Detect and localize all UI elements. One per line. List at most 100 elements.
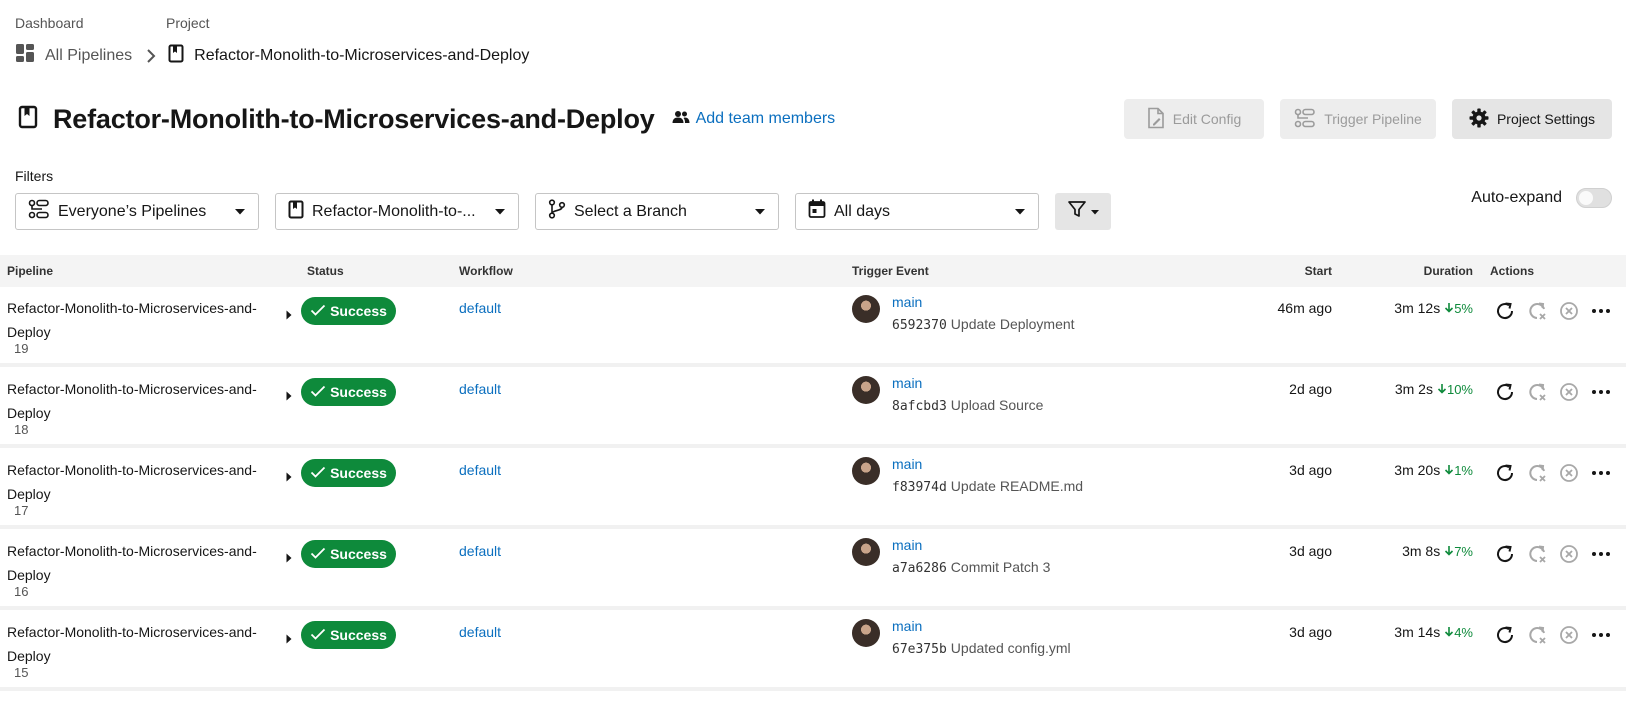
status-badge[interactable]: Success [301, 459, 396, 487]
table-row: Refactor-Monolith-to-Microservices-and-D… [0, 449, 1626, 529]
project-header: Refactor-Monolith-to-Microservices-and-D… [18, 99, 1612, 139]
pipeline-icon [28, 199, 50, 224]
workflow-link[interactable]: default [459, 624, 501, 640]
expand-row-toggle-icon[interactable] [286, 388, 292, 406]
commit-info[interactable]: f83974d Update README.md [892, 478, 1083, 495]
breadcrumb: Dashboard Project All Pipelines Refactor… [15, 15, 529, 68]
commit-sha: 8afcbd3 [892, 399, 947, 414]
commit-info[interactable]: a7a6286 Commit Patch 3 [892, 559, 1050, 576]
cancel-icon[interactable] [1557, 299, 1581, 323]
pipeline-name-link[interactable]: Refactor-Monolith-to-Microservices-and-D… [7, 539, 257, 587]
commit-info[interactable]: 6592370 Update Deployment [892, 316, 1075, 333]
avatar [852, 457, 880, 485]
rerun-icon[interactable] [1493, 299, 1517, 323]
branch-link[interactable]: main [892, 456, 922, 472]
more-options-icon[interactable] [1589, 623, 1613, 647]
commit-info[interactable]: 67e375b Updated config.yml [892, 640, 1071, 657]
chevron-right-icon [146, 48, 156, 63]
rerun-failed-icon[interactable] [1525, 299, 1549, 323]
pipeline-name-link[interactable]: Refactor-Monolith-to-Microservices-and-D… [7, 377, 257, 425]
calendar-icon [808, 199, 826, 224]
pipeline-name-link[interactable]: Refactor-Monolith-to-Microservices-and-D… [7, 620, 257, 668]
duration-value: 3m 20s [1394, 462, 1441, 478]
auto-expand-toggle[interactable] [1576, 188, 1612, 208]
column-actions: Actions [1490, 264, 1535, 278]
avatar [852, 376, 880, 404]
auto-expand-label: Auto-expand [1471, 189, 1562, 206]
rerun-icon[interactable] [1493, 542, 1517, 566]
cancel-icon[interactable] [1557, 623, 1581, 647]
duration-value: 3m 8s [1402, 543, 1441, 559]
arrow-down-icon [1437, 382, 1447, 397]
trigger-pipeline-button[interactable]: Trigger Pipeline [1280, 99, 1436, 139]
advanced-filter-button[interactable] [1055, 193, 1111, 230]
days-select[interactable]: All days [795, 193, 1039, 230]
rerun-failed-icon[interactable] [1525, 623, 1549, 647]
table-row: Refactor-Monolith-to-Microservices-and-D… [0, 368, 1626, 448]
rerun-failed-icon[interactable] [1525, 542, 1549, 566]
commit-sha: 67e375b [892, 642, 947, 657]
arrow-down-icon [1444, 301, 1454, 316]
status-badge[interactable]: Success [301, 621, 396, 649]
branch-link[interactable]: main [892, 375, 922, 391]
breadcrumb-current-project[interactable]: Refactor-Monolith-to-Microservices-and-D… [194, 47, 529, 65]
cancel-icon[interactable] [1557, 380, 1581, 404]
more-options-icon[interactable] [1589, 542, 1613, 566]
workflow-link[interactable]: default [459, 462, 501, 478]
status-badge[interactable]: Success [301, 297, 396, 325]
caret-down-icon [1014, 203, 1026, 221]
column-status: Status [307, 264, 344, 278]
branch-link[interactable]: main [892, 537, 922, 553]
git-branch-icon [548, 199, 566, 224]
expand-row-toggle-icon[interactable] [286, 631, 292, 649]
pipeline-name-link[interactable]: Refactor-Monolith-to-Microservices-and-D… [7, 296, 257, 344]
more-options-icon[interactable] [1589, 461, 1613, 485]
cancel-icon[interactable] [1557, 461, 1581, 485]
column-pipeline: Pipeline [7, 264, 54, 278]
pipeline-number: 19 [14, 341, 29, 356]
rerun-failed-icon[interactable] [1525, 461, 1549, 485]
table-row: Refactor-Monolith-to-Microservices-and-D… [0, 530, 1626, 610]
commit-sha: 6592370 [892, 318, 947, 333]
duration-change: 5% [1444, 301, 1473, 316]
pipeline-name-link[interactable]: Refactor-Monolith-to-Microservices-and-D… [7, 458, 257, 506]
more-options-icon[interactable] [1589, 380, 1613, 404]
workflow-link[interactable]: default [459, 543, 501, 559]
duration: 3m 20s 1% [1394, 462, 1473, 478]
more-options-icon[interactable] [1589, 299, 1613, 323]
expand-row-toggle-icon[interactable] [286, 469, 292, 487]
rerun-icon[interactable] [1493, 461, 1517, 485]
pipeline-number: 16 [14, 584, 29, 599]
table-row: Refactor-Monolith-to-Microservices-and-D… [0, 287, 1626, 367]
branch-link[interactable]: main [892, 618, 922, 634]
status-label: Success [330, 465, 387, 481]
branch-select[interactable]: Select a Branch [535, 193, 779, 230]
expand-row-toggle-icon[interactable] [286, 307, 292, 325]
status-badge[interactable]: Success [301, 540, 396, 568]
checkmark-icon [310, 303, 326, 319]
cancel-icon[interactable] [1557, 542, 1581, 566]
commit-info[interactable]: 8afcbd3 Upload Source [892, 397, 1043, 414]
expand-row-toggle-icon[interactable] [286, 550, 292, 568]
workflow-link[interactable]: default [459, 300, 501, 316]
bookmark-icon [168, 44, 184, 68]
dashboard-grid-icon [15, 43, 35, 68]
branch-link[interactable]: main [892, 294, 922, 310]
status-badge[interactable]: Success [301, 378, 396, 406]
arrow-down-icon [1444, 544, 1454, 559]
workflow-link[interactable]: default [459, 381, 501, 397]
project-settings-button[interactable]: Project Settings [1452, 99, 1612, 139]
pipelines-owner-select[interactable]: Everyone’s Pipelines [15, 193, 259, 230]
rerun-icon[interactable] [1493, 380, 1517, 404]
rerun-icon[interactable] [1493, 623, 1517, 647]
project-select[interactable]: Refactor-Monolith-to-... [275, 193, 519, 230]
duration: 3m 2s 10% [1395, 381, 1473, 397]
checkmark-icon [310, 627, 326, 643]
rerun-failed-icon[interactable] [1525, 380, 1549, 404]
add-team-members-link[interactable]: Add team members [672, 110, 835, 129]
breadcrumb-all-pipelines-link[interactable]: All Pipelines [45, 47, 132, 65]
commit-message: Update README.md [950, 478, 1084, 494]
page-title: Refactor-Monolith-to-Microservices-and-D… [53, 103, 655, 134]
commit-message: Updated config.yml [950, 640, 1071, 656]
edit-config-button[interactable]: Edit Config [1124, 99, 1264, 139]
